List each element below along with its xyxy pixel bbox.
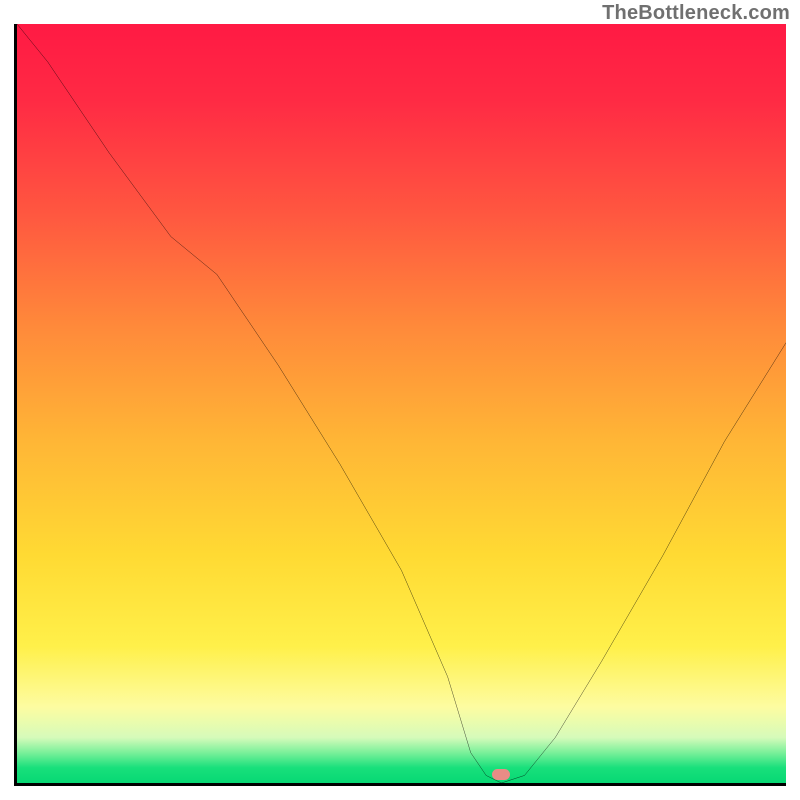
curve-path <box>17 24 786 783</box>
plot-area <box>14 24 786 786</box>
optimum-marker <box>492 769 510 780</box>
chart-canvas: TheBottleneck.com <box>0 0 800 800</box>
watermark-text: TheBottleneck.com <box>602 2 790 25</box>
bottleneck-curve <box>17 24 786 783</box>
